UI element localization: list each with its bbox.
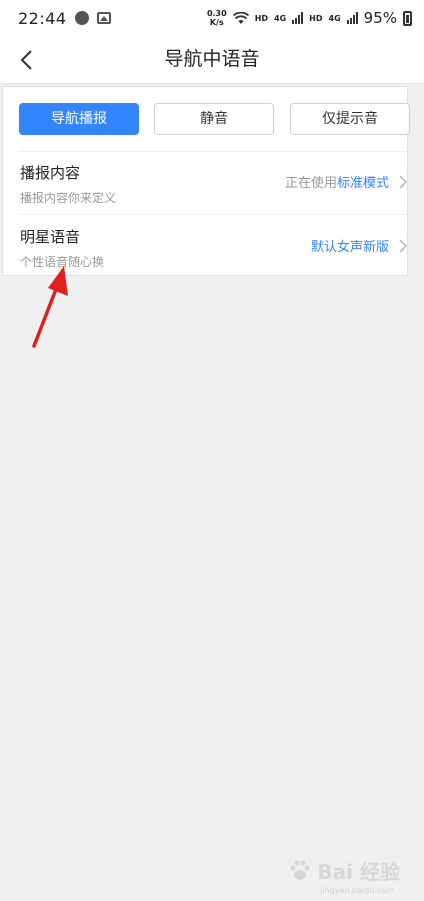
broadcast-content-row[interactable]: 播报内容 播报内容你来定义 正在使用 标准模式	[3, 151, 409, 213]
paw-logo-icon	[290, 859, 311, 880]
chevron-left-icon	[20, 50, 32, 70]
voice-mode-selector: 导航播报 静音 仅提示音	[19, 103, 411, 135]
row-value-accent: 默认女声新版	[310, 240, 389, 255]
battery-icon	[403, 10, 412, 26]
wifi-icon	[232, 11, 249, 24]
baidu-jingyan-watermark: Bai 经验	[287, 856, 400, 885]
row-title: 明星语音	[20, 228, 81, 246]
row-value: 默认女声新版	[311, 236, 389, 255]
row-title: 播报内容	[20, 164, 81, 182]
chevron-right-icon	[399, 175, 407, 189]
signal-bars-2-icon	[346, 12, 358, 24]
row-value-accent: 标准模式	[336, 176, 389, 191]
mode-mute-button[interactable]: 静音	[154, 103, 274, 135]
image-notification-icon	[96, 12, 111, 24]
annotation-arrow-icon	[32, 266, 68, 348]
app-notification-icon	[74, 11, 89, 25]
mode-tone-only-button[interactable]: 仅提示音	[290, 103, 410, 135]
mode-navigation-broadcast-button[interactable]: 导航播报	[19, 103, 139, 135]
battery-percent: 95%	[363, 9, 397, 27]
status-time: 22:44	[18, 8, 67, 28]
chevron-right-icon	[399, 239, 407, 253]
row-subtitle: 播报内容你来定义	[20, 191, 117, 205]
row-value-prefix: 正在使用	[284, 176, 337, 191]
hd-label-2: HD	[309, 13, 323, 23]
network-speed: 0.30 K/s	[206, 9, 227, 27]
watermark-text: Bai 经验	[317, 860, 400, 884]
signal-bars-1-icon	[292, 12, 304, 24]
signal-type-1: 4G	[274, 13, 287, 23]
hd-label-1: HD	[254, 13, 269, 23]
signal-type-2: 4G	[328, 13, 341, 23]
watermark-url: jingyan.baidu.com	[320, 886, 394, 895]
status-bar: 22:44 0.30 K/s HD 4G HD 4G 95%	[0, 0, 424, 36]
back-button[interactable]	[10, 44, 42, 76]
page-title: 导航中语音	[164, 48, 260, 70]
nav-header: 导航中语音	[0, 36, 424, 84]
row-value: 正在使用 标准模式	[285, 172, 389, 191]
voice-settings-card: 导航播报 静音 仅提示音 播报内容 播报内容你来定义 正在使用 标准模式 明星语…	[2, 86, 411, 276]
